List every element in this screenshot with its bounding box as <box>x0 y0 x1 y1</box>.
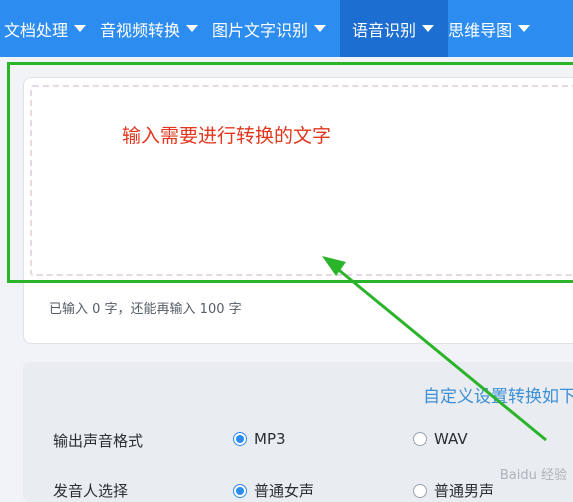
chevron-down-icon <box>422 25 435 32</box>
nav-label: 文档处理 <box>4 20 69 40</box>
chevron-down-icon <box>314 25 327 32</box>
radio-dot-icon <box>233 432 247 446</box>
voice-label: 发音人选择 <box>53 482 129 500</box>
chevron-down-icon <box>518 25 531 32</box>
nav-speech-recognition[interactable]: 语音识别 <box>340 0 449 57</box>
chevron-down-icon <box>74 25 87 32</box>
nav-label: 语音识别 <box>352 20 417 40</box>
format-mp3-radio[interactable]: MP3 <box>233 430 286 448</box>
radio-label: 普通女声 <box>254 482 315 500</box>
custom-settings-link[interactable]: 自定义设置转换如下 <box>423 382 573 407</box>
watermark: Baidu 经验 <box>500 464 567 483</box>
watermark-text: Baidu 经验 <box>499 468 567 483</box>
radio-label: MP3 <box>254 430 286 448</box>
radio-dot-icon <box>413 432 427 446</box>
radio-label: WAV <box>434 430 468 448</box>
nav-mind-map[interactable]: 思维导图 <box>448 0 544 57</box>
char-counter: 已输入 0 字，还能再输入 100 字 <box>49 302 242 317</box>
radio-label: 普通男声 <box>434 482 495 500</box>
nav-label: 音视频转换 <box>100 20 181 40</box>
nav-doc-processing[interactable]: 文档处理 <box>0 0 100 57</box>
format-wav-radio[interactable]: WAV <box>413 430 468 448</box>
nav-label: 图片文字识别 <box>212 20 309 40</box>
annotation-highlight-frame <box>7 62 573 283</box>
output-format-label: 输出声音格式 <box>53 432 144 450</box>
radio-dot-icon <box>413 483 427 498</box>
voice-female-radio[interactable]: 普通女声 <box>233 480 314 501</box>
top-nav-bar: 文档处理 音视频转换 图片文字识别 语音识别 思维导图 <box>0 0 573 57</box>
chevron-down-icon <box>186 25 199 32</box>
nav-image-ocr[interactable]: 图片文字识别 <box>212 0 340 57</box>
radio-dot-icon <box>233 483 247 498</box>
nav-av-conversion[interactable]: 音视频转换 <box>100 0 212 57</box>
nav-label: 思维导图 <box>448 20 513 40</box>
voice-male-radio[interactable]: 普通男声 <box>413 480 494 501</box>
